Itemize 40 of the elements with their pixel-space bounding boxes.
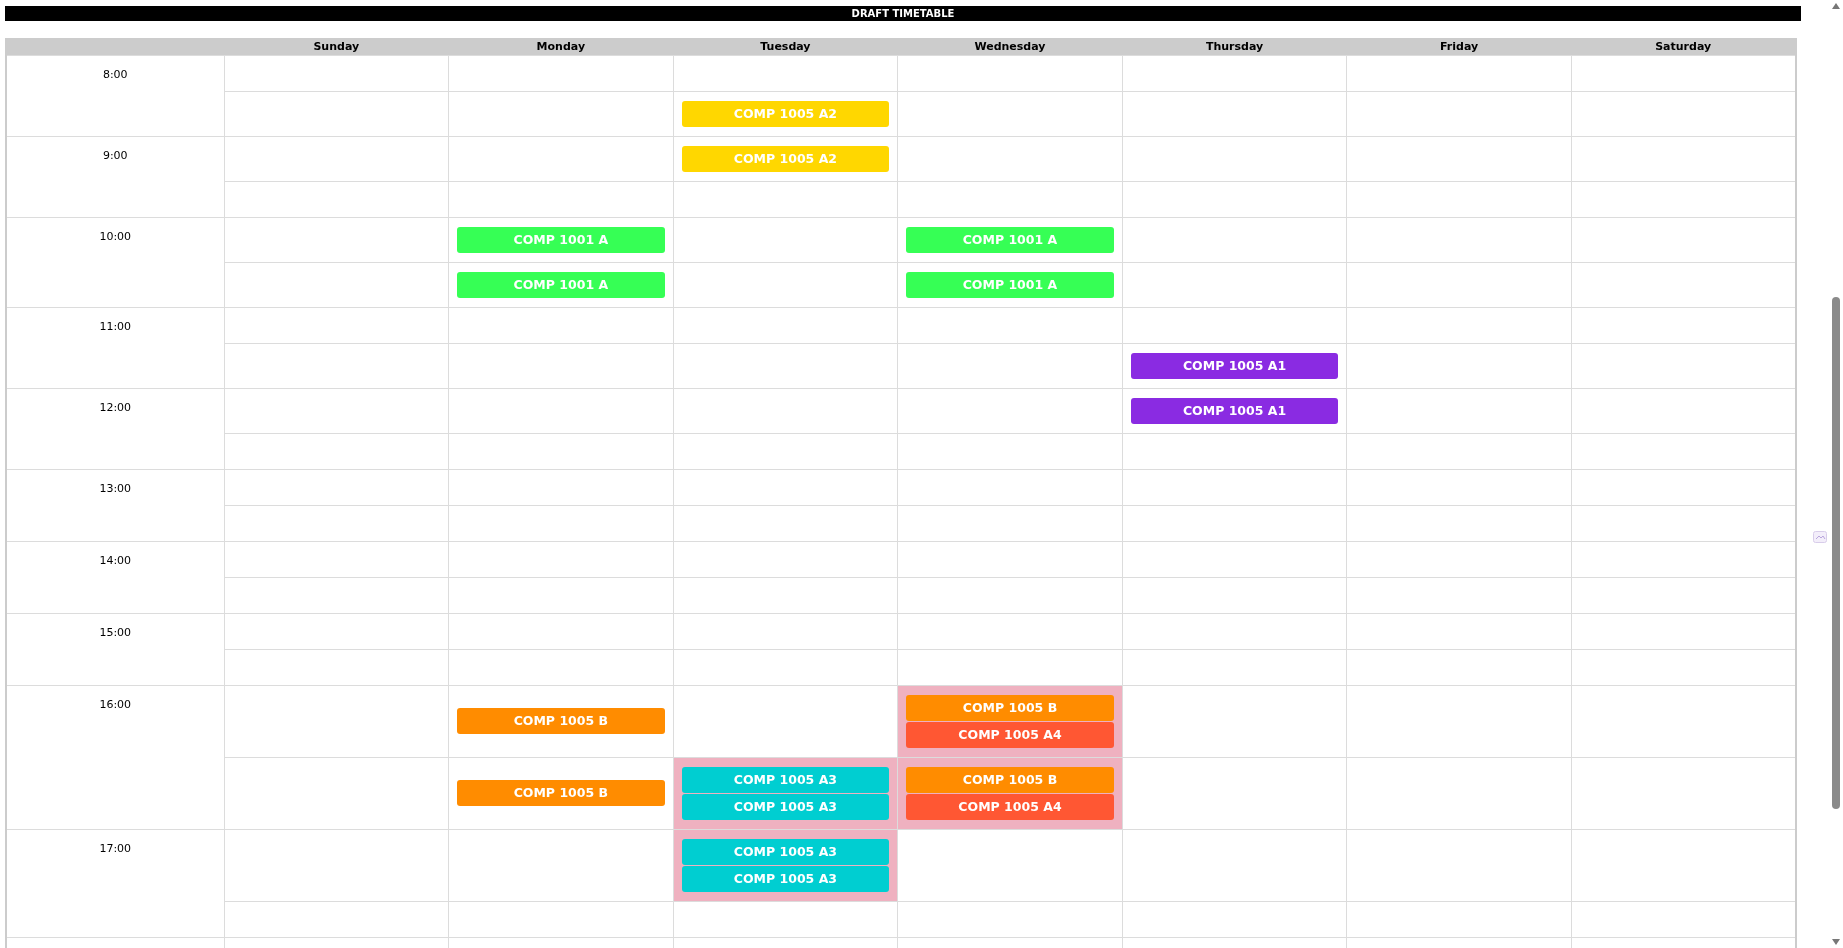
day-header: Monday [448, 38, 674, 55]
event-block[interactable]: COMP 1005 A2 [681, 100, 890, 127]
event-block[interactable]: COMP 1005 B [457, 780, 665, 806]
event-block[interactable]: COMP 1001 A [457, 271, 665, 298]
event-block[interactable]: COMP 1005 A1 [1130, 352, 1339, 379]
image-icon [1813, 531, 1827, 543]
time-label: 13:00 [99, 481, 132, 495]
time-label: 16:00 [99, 697, 132, 711]
event-block[interactable]: COMP 1005 A3 [681, 838, 890, 865]
event-block[interactable]: COMP 1001 A [906, 271, 1114, 298]
event-block[interactable]: COMP 1005 B [906, 694, 1114, 721]
event-block[interactable]: COMP 1005 A3 [681, 865, 890, 892]
event-block[interactable]: COMP 1005 B [906, 766, 1114, 793]
day-header: Thursday [1122, 38, 1347, 55]
time-label: 12:00 [99, 400, 132, 414]
event-block[interactable]: COMP 1001 A [906, 226, 1114, 253]
event-block[interactable]: COMP 1005 A4 [906, 721, 1114, 748]
scrollbar-thumb[interactable] [1832, 297, 1840, 809]
event-block[interactable]: COMP 1005 A3 [681, 793, 890, 820]
event-block[interactable]: COMP 1005 A2 [681, 145, 890, 172]
time-label: 11:00 [99, 319, 132, 333]
time-label: 17:00 [99, 841, 132, 855]
timetable-title: DRAFT TIMETABLE [5, 6, 1801, 21]
event-block[interactable]: COMP 1005 A3 [681, 766, 890, 793]
day-header: Sunday [224, 38, 449, 55]
day-header: Friday [1346, 38, 1572, 55]
time-label: 10:00 [99, 229, 132, 243]
day-header: Wednesday [897, 38, 1123, 55]
time-label: 15:00 [99, 625, 132, 639]
time-label: 9:00 [102, 148, 128, 162]
time-label: 8:00 [102, 67, 128, 81]
event-block[interactable]: COMP 1005 A1 [1130, 397, 1339, 424]
time-label: 14:00 [99, 553, 132, 567]
day-header: Tuesday [673, 38, 898, 55]
event-block[interactable]: COMP 1001 A [457, 226, 665, 253]
day-header: Saturday [1571, 38, 1796, 55]
scroll-down-icon[interactable] [1832, 939, 1840, 945]
event-block[interactable]: COMP 1005 B [457, 708, 665, 734]
event-block[interactable]: COMP 1005 A4 [906, 793, 1114, 820]
scroll-up-icon[interactable] [1832, 3, 1840, 9]
